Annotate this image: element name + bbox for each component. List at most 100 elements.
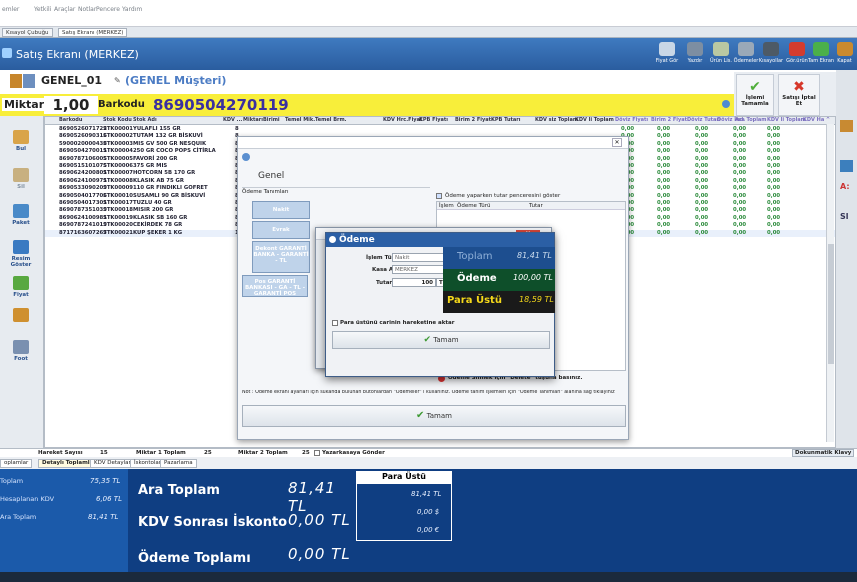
side-label[interactable]: Sl (840, 212, 849, 221)
evrak-button[interactable]: Evrak (252, 221, 310, 239)
cell-zero: 0,00 (733, 133, 747, 140)
fiyat-button[interactable]: Fiyat (2, 272, 40, 308)
col-kdvli-toplam[interactable]: KDV li Toplam (575, 117, 614, 123)
grid-scrollbar[interactable] (826, 124, 834, 442)
barcode-input[interactable]: 8690504270119 (153, 96, 289, 114)
tutar-input[interactable]: 100 (392, 278, 436, 287)
screen-titlebar: Satış Ekranı (MERKEZ) Fiyat Gör Yazdır Ü… (0, 38, 857, 70)
menu-item[interactable]: Yardım (122, 6, 142, 13)
close-icon (836, 42, 853, 56)
cell-zero: 0,00 (733, 140, 747, 147)
col-kdvli-toplam-2[interactable]: KDV li Toplam (767, 117, 806, 123)
cell-name: SUSAMLI 90 GR BİSKUVİ (133, 192, 206, 199)
tamam-button[interactable]: ✔ Tamam (242, 405, 626, 427)
tab-pazarlama[interactable]: Pazarlama (160, 459, 197, 468)
cell-zero: 0,00 (767, 200, 781, 206)
col-miktari[interactable]: Miktarı (243, 117, 263, 123)
col-kpb-tutari[interactable]: KPB Tutarı (491, 117, 520, 123)
kapat-button[interactable]: Kapat (832, 42, 857, 68)
tutar-penceresi-checkbox[interactable] (436, 193, 442, 199)
paket-button[interactable]: Paket (2, 200, 40, 236)
col-kdvsiz-toplam[interactable]: KDV siz Toplam (535, 117, 578, 123)
sil-button[interactable]: Sil (2, 164, 40, 200)
col-temel-brm[interactable]: Temel Brm. (315, 117, 347, 123)
cell-barcode: 8690787351039 (59, 207, 107, 214)
col-birim2-fiyati-2[interactable]: Birim 2 Fiyatı (651, 117, 689, 123)
barcode-row: Miktarı 1,00 Barkodu 8690504270119 (0, 94, 734, 116)
menu-item[interactable]: Yetkili (34, 6, 51, 13)
cell-zero: 0,00 (767, 192, 781, 199)
col-temel-mik[interactable]: Temel Mik. (285, 117, 315, 123)
cell-code: STK00010 (103, 192, 133, 199)
customer-lookup-icon[interactable]: ✎ (114, 76, 121, 85)
miktar-input[interactable]: 1,00 (44, 96, 98, 114)
check-icon: ✔ (416, 410, 425, 421)
dekont-button[interactable]: Dekont GARANTİ BANKA - GARANTİ - TL (252, 241, 310, 273)
cell-zero: 0,00 (733, 222, 747, 229)
find-icon (13, 130, 29, 144)
side-icon[interactable] (840, 120, 853, 132)
side-label[interactable]: A: (840, 182, 850, 191)
menu-item[interactable]: emler (2, 6, 19, 13)
customer-code[interactable]: GENEL_01 (41, 74, 102, 87)
col-kdv[interactable]: KDV ... (223, 117, 242, 123)
odeme-list-header: İşlem Ödeme Türü Tutar (437, 202, 625, 210)
cell-zero: 0,00 (657, 222, 671, 229)
dialog-title: Genel (258, 171, 285, 181)
close-icon[interactable]: ✕ (612, 138, 622, 147)
menu-item[interactable]: Pencere (96, 6, 120, 13)
resim-goster-button[interactable]: Resim Göster (2, 236, 40, 272)
satisi-iptal-button[interactable]: ✖ Satışı İptal Et (778, 74, 820, 116)
dokunmatik-klavye-button[interactable]: Dokunmatik Klavy (792, 449, 855, 457)
col-birimi[interactable]: Birimi (263, 117, 280, 123)
pos-button[interactable]: Pos GARANTİ BANKASI - GA - TL - GARANTİ … (242, 275, 308, 297)
toplam-label: Toplam (457, 251, 493, 262)
col-doviz-tutari[interactable]: Döviz Tutarı (687, 117, 721, 123)
tamam-button[interactable]: ✔ Tamam (332, 331, 550, 349)
cell-code: STK00002 (103, 133, 133, 140)
cell-zero: 0,00 (733, 185, 747, 192)
col-kdv-ha[interactable]: KDV Ha ^ (803, 117, 830, 123)
cell-name: 250 GR COCO POPS CİTİRLA (133, 148, 216, 155)
cell-zero: 0,00 (733, 170, 747, 177)
fiyat-gor-button[interactable]: Fiyat Gör (652, 42, 682, 68)
tab-kisayol[interactable]: Kısayol Çubuğu (2, 28, 53, 37)
islemi-tamamla-button[interactable]: ✔ İşlemi Tamamla (736, 74, 774, 116)
tab-toplamlar[interactable]: oplamlar (0, 459, 33, 468)
cell-zero: 0,00 (733, 192, 747, 199)
col-kpb-fiyati[interactable]: KPB Fiyatı (419, 117, 448, 123)
cell-code: STK00020 (103, 222, 133, 229)
col-kdv-hrc-fiyat[interactable]: KDV Hrc.Fiyat (383, 117, 422, 123)
cell-zero: 0,00 (733, 200, 747, 206)
cell-name: KLASIK AB 75 GR (133, 177, 184, 184)
col-birim2-fiyati[interactable]: Birim 2 Fiyatı (455, 117, 493, 123)
cell-zero: 0,00 (695, 222, 709, 229)
col-doviz-fiyati[interactable]: Döviz Fiyatı (615, 117, 648, 123)
side-icon[interactable] (840, 160, 853, 172)
tab-satis-ekrani[interactable]: Satış Ekranı (MERKEZ) (58, 28, 128, 37)
info-icon[interactable] (722, 100, 730, 108)
bul-button[interactable]: Bul (2, 126, 40, 162)
increment-buttons[interactable] (2, 304, 40, 340)
kasa-adi-field[interactable]: MERKEZ (392, 265, 444, 274)
odeme-toplami-label: Ödeme Toplamı (138, 551, 251, 566)
cell-barcode: 8690624100981 (59, 214, 107, 221)
islem-turu-field[interactable]: Nakit (392, 253, 444, 262)
nakit-button[interactable]: Nakit (252, 201, 310, 219)
cell-name: MISIR 200 GR (133, 207, 174, 214)
para-ustu-box: Para Üstü 81,41 TL 0,00 $ 0,00 € (356, 471, 452, 541)
odeme-box: Ödeme 100,00 TL (443, 269, 555, 291)
foot-button[interactable]: Foot (2, 336, 40, 372)
menu-item[interactable]: Araçlar (54, 6, 75, 13)
yazarkasa-checkbox[interactable] (314, 450, 320, 456)
cell-code: STK00018 (103, 207, 133, 214)
cell-zero: 0,00 (657, 185, 671, 192)
menu-item[interactable]: Notlar (78, 6, 96, 13)
col-barkodu[interactable]: Barkodu (59, 117, 82, 123)
odeme-label: Ödeme (457, 273, 497, 284)
scroll-thumb[interactable] (828, 244, 834, 364)
col-ara-toplam[interactable]: Ara Toplam (735, 117, 767, 123)
col-stok-adi[interactable]: Stok Adı (133, 117, 157, 123)
para-ustu-aktar-checkbox[interactable] (332, 320, 338, 326)
col-stok-kodu[interactable]: Stok Kodu (103, 117, 132, 123)
